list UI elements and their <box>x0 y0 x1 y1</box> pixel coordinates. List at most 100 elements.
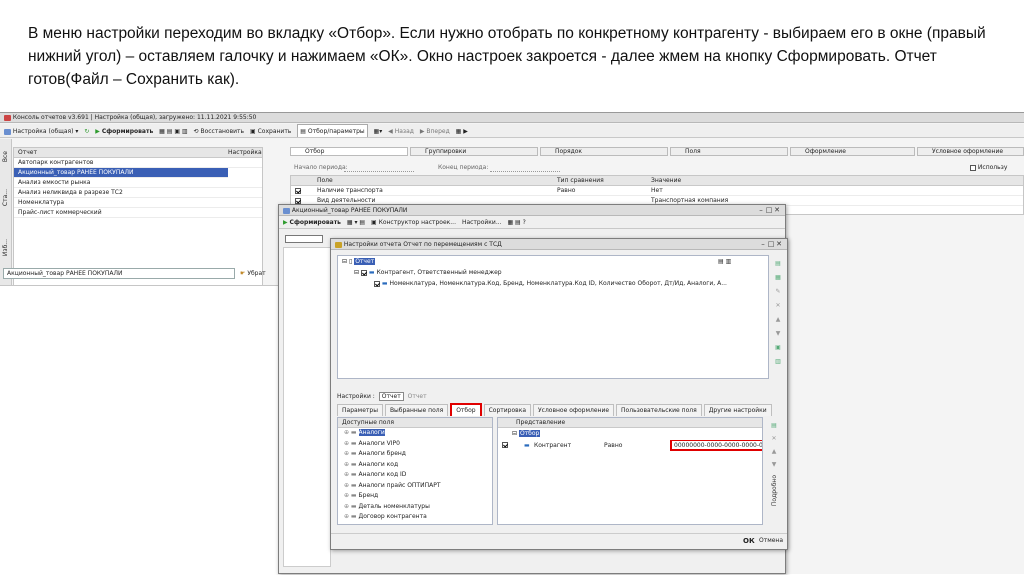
nav-icons[interactable]: ▦ ▶ <box>456 125 468 137</box>
report-toolbar-icons[interactable]: ▦ ▾ ▤ <box>347 216 365 228</box>
side-tab-standard[interactable]: Ста... <box>2 189 9 206</box>
restore-button[interactable]: ⟲ Восстановить <box>194 125 245 137</box>
right-tab-appearance[interactable]: Оформление <box>790 147 915 156</box>
refresh-icon[interactable]: ↻ <box>84 125 89 137</box>
delete-condition-icon[interactable]: ✕ <box>767 432 781 445</box>
save-button[interactable]: ▣ Сохранить <box>250 125 291 137</box>
settings-dropdown[interactable]: Настройка (общая) ▾ <box>4 125 78 137</box>
tree-level1-checkbox[interactable] <box>360 269 367 276</box>
right-tab-grouping[interactable]: Группировки <box>410 147 538 156</box>
available-field-item[interactable]: ⊕ ▬ Бренд <box>338 491 492 502</box>
filter-value[interactable]: 00000000-0000-0000-0000-00 <box>670 440 762 451</box>
col-compare[interactable]: Тип сравнения <box>557 176 604 185</box>
expand-icon[interactable]: ⊕ ▬ <box>344 471 359 478</box>
move-down-icon[interactable]: ▼ <box>771 327 785 341</box>
tab-cond-appearance[interactable]: Условное оформление <box>533 404 615 416</box>
expand-icon[interactable]: ▣ <box>771 341 785 355</box>
expand-icon[interactable]: ⊕ ▬ <box>344 482 359 489</box>
report-list-item[interactable]: Акционный_товар РАНЕЕ ПОКУПАЛИ <box>14 168 228 178</box>
close-icon[interactable]: ✕ <box>773 205 781 215</box>
selected-report-field[interactable]: Акционный_товар РАНЕЕ ПОКУПАЛИ <box>3 268 235 279</box>
detail-label[interactable]: Подробно <box>768 475 781 506</box>
col-report[interactable]: Отчет <box>18 148 37 157</box>
close-icon[interactable]: ✕ <box>775 239 783 249</box>
report-list-item[interactable]: Анализ емкости рынка <box>14 178 262 188</box>
tab-parameters[interactable]: Параметры <box>337 404 383 416</box>
report-generate-button[interactable]: ▶ Сформировать <box>283 216 341 228</box>
report-settings-button[interactable]: Настройки... <box>462 216 502 228</box>
expand-icon[interactable]: ⊕ ▬ <box>344 503 359 510</box>
report-extra-icons[interactable]: ▦ ▤ ? <box>507 216 525 228</box>
side-tab-all[interactable]: Все <box>2 151 9 162</box>
filter-params-button[interactable]: ▤ Отбор/параметры <box>297 124 368 137</box>
table-row[interactable]: Наличие транспорта Равно Нет <box>291 186 1023 196</box>
col-field[interactable]: Поле <box>317 176 333 185</box>
col-setting[interactable]: Настройка <box>228 148 262 157</box>
available-field-item[interactable]: ⊕ ▬ Аналоги VIP0 <box>338 439 492 450</box>
report-list-item[interactable]: Прайс-лист коммерческий <box>14 208 262 218</box>
maximize-icon[interactable]: □ <box>765 205 773 215</box>
tree-root[interactable]: Отчет <box>354 258 376 265</box>
choose-button[interactable]: ☛ Убрат <box>240 268 280 279</box>
available-field-item[interactable]: ⊕ ▬ Аналоги бренд <box>338 449 492 460</box>
collapse-icon[interactable]: ⊟ <box>512 430 517 437</box>
tab-sorting[interactable]: Сортировка <box>483 404 531 416</box>
generate-button[interactable]: ▶ Сформировать <box>95 125 153 137</box>
add-icon[interactable]: ▤ <box>771 257 785 271</box>
cancel-button[interactable]: Отмена <box>759 534 783 547</box>
toolbar-icons-group[interactable]: ▦ ▤ ▣ ▥ <box>159 125 187 137</box>
available-field-item[interactable]: ⊕ ▬ Договор контрагента <box>338 512 492 523</box>
available-field-item[interactable]: ⊕ ▬ Аналоги прайс ОПТИПАРТ <box>338 481 492 492</box>
tab-selected-fields[interactable]: Выбранные поля <box>384 404 449 416</box>
collapse-icon[interactable]: ⊟ <box>342 258 347 265</box>
settings-for-field[interactable]: Отчет <box>378 392 404 401</box>
edit-icon[interactable]: ✎ <box>771 285 785 299</box>
constructor-button[interactable]: ▣ Конструктор настроек... <box>371 216 456 228</box>
right-tab-order[interactable]: Порядок <box>540 147 668 156</box>
tab-other-settings[interactable]: Другие настройки <box>703 404 772 416</box>
delete-icon[interactable]: ✕ <box>771 299 785 313</box>
right-tab-cond-appearance[interactable]: Условное оформление <box>917 147 1024 156</box>
report-list-item[interactable]: Номенклатура <box>14 198 262 208</box>
back-button[interactable]: ◀ Назад <box>388 125 414 137</box>
tree-level2-checkbox[interactable] <box>374 280 380 287</box>
tree-level1-row[interactable]: ⊟ ▬ Контрагент, Ответственный менеджер <box>354 269 502 276</box>
collapse-icon[interactable]: ⊟ <box>354 269 359 276</box>
expand-icon[interactable]: ⊕ ▬ <box>344 492 359 499</box>
maximize-icon[interactable]: □ <box>767 239 775 249</box>
use-checkbox-label[interactable]: Использу <box>970 162 1007 174</box>
add-group-icon[interactable]: ▦ <box>771 271 785 285</box>
move-down-icon[interactable]: ▼ <box>767 458 781 471</box>
move-up-icon[interactable]: ▲ <box>767 445 781 458</box>
available-field-item[interactable]: ⊕ ▬ Аналоги код <box>338 460 492 471</box>
forward-button[interactable]: ▶ Вперед <box>420 125 450 137</box>
tree-tools[interactable]: ▤ ▥ <box>718 258 731 265</box>
period-end-input[interactable] <box>490 163 560 172</box>
side-tab-favorites[interactable]: Изб... <box>2 239 9 256</box>
tools-icon[interactable]: ▦▾ <box>374 125 383 137</box>
collapse-all-icon[interactable]: ▥ <box>771 355 785 369</box>
period-start-input[interactable] <box>344 163 414 172</box>
available-field-item[interactable]: ⊕ ▬ Аналоги <box>338 428 492 439</box>
available-field-item[interactable]: ⊕ ▬ Деталь номенклатуры <box>338 502 492 513</box>
minimize-icon[interactable]: – <box>757 205 765 215</box>
tree-level2-row[interactable]: ▬ Номенклатура, Номенклатура.Код, Бренд,… <box>374 280 727 287</box>
tab-filter[interactable]: Отбор <box>450 403 482 416</box>
filter-row-checkbox[interactable] <box>502 442 508 448</box>
filter-root-row[interactable]: ⊟ Отбор <box>512 430 541 437</box>
filter-row[interactable]: ▬ Контрагент Равно 00000000-0000-0000-00… <box>498 440 762 452</box>
right-tab-fields[interactable]: Поля <box>670 147 788 156</box>
expand-icon[interactable]: ⊕ ▬ <box>344 440 359 447</box>
add-condition-icon[interactable]: ▤ <box>767 419 781 432</box>
report-list-item[interactable]: Автопарк контрагентов <box>14 158 262 168</box>
right-tab-filter[interactable]: Отбор <box>290 147 408 156</box>
col-value[interactable]: Значение <box>651 176 681 185</box>
use-checkbox[interactable] <box>970 164 976 171</box>
report-list-item[interactable]: Анализ неликвида в разрезе ТС2 <box>14 188 262 198</box>
report-param-field[interactable] <box>285 235 323 243</box>
row-checkbox[interactable] <box>295 188 301 194</box>
ok-button[interactable]: ОК <box>743 534 755 547</box>
expand-icon[interactable]: ⊕ ▬ <box>344 513 359 520</box>
tree-root-row[interactable]: ⊟ ▯ Отчет <box>342 258 376 265</box>
move-up-icon[interactable]: ▲ <box>771 313 785 327</box>
